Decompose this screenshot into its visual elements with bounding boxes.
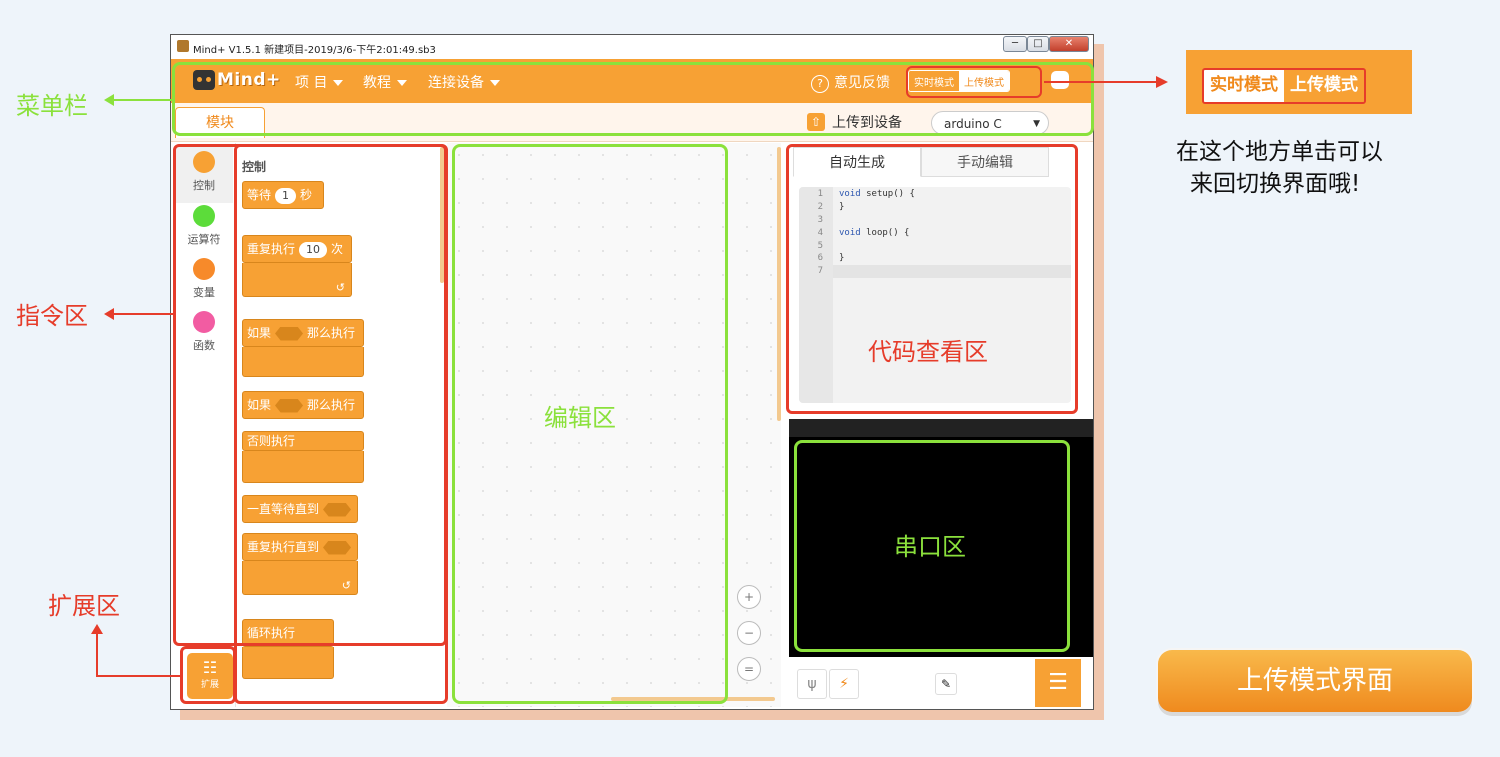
- label-menubar: 菜单栏: [16, 92, 88, 120]
- minimize-button[interactable]: ─: [1003, 36, 1027, 52]
- label-command-area: 指令区: [16, 302, 88, 330]
- arrow-head: [104, 94, 114, 106]
- callout-mode-switch: 实时模式 上传模式: [1202, 68, 1366, 104]
- arrow-command-area: [112, 313, 174, 315]
- zoom-out-icon[interactable]: −: [737, 621, 761, 645]
- title-bar: Mind+ V1.5.1 新建项目-2019/3/6-下午2:01:49.sb3…: [171, 35, 1093, 59]
- code-area-highlight: [786, 144, 1078, 414]
- zoom-in-icon[interactable]: +: [737, 585, 761, 609]
- arrow-menubar: [112, 99, 174, 101]
- workspace-scrollbar-v[interactable]: [777, 147, 781, 421]
- arrow-extension-area-h: [96, 675, 182, 677]
- arrow-head: [91, 624, 103, 634]
- block-area-highlight: [234, 144, 448, 704]
- arrow-head: [1156, 76, 1168, 88]
- app-icon: [177, 40, 189, 52]
- close-button[interactable]: ✕: [1049, 36, 1089, 52]
- arrow-extension-area: [96, 632, 98, 676]
- extension-area-highlight: [180, 646, 236, 704]
- label-serial-area: 串口区: [894, 533, 966, 561]
- arrow-head: [104, 308, 114, 320]
- mode-switch-highlight: [906, 66, 1042, 98]
- arrow-to-callout: [1044, 81, 1156, 83]
- maximize-button[interactable]: □: [1027, 36, 1049, 52]
- label-code-view-area: 代码查看区: [868, 338, 988, 366]
- serial-footer: ψ ⚡ ✎ ☰: [789, 659, 1093, 707]
- callout-note: 在这个地方单击可以 来回切换界面哦!: [1176, 139, 1383, 197]
- plugin-icon[interactable]: ⚡: [829, 669, 859, 699]
- upload-mode-interface-button[interactable]: 上传模式界面: [1158, 650, 1472, 712]
- label-edit-area: 编辑区: [544, 404, 616, 432]
- zoom-reset-icon[interactable]: =: [737, 657, 761, 681]
- window-title: Mind+ V1.5.1 新建项目-2019/3/6-下午2:01:49.sb3: [193, 45, 436, 56]
- serial-icon[interactable]: ✎: [935, 673, 957, 695]
- list-icon[interactable]: ☰: [1035, 659, 1081, 707]
- label-extension-area: 扩展区: [48, 592, 120, 620]
- usb-icon[interactable]: ψ: [797, 669, 827, 699]
